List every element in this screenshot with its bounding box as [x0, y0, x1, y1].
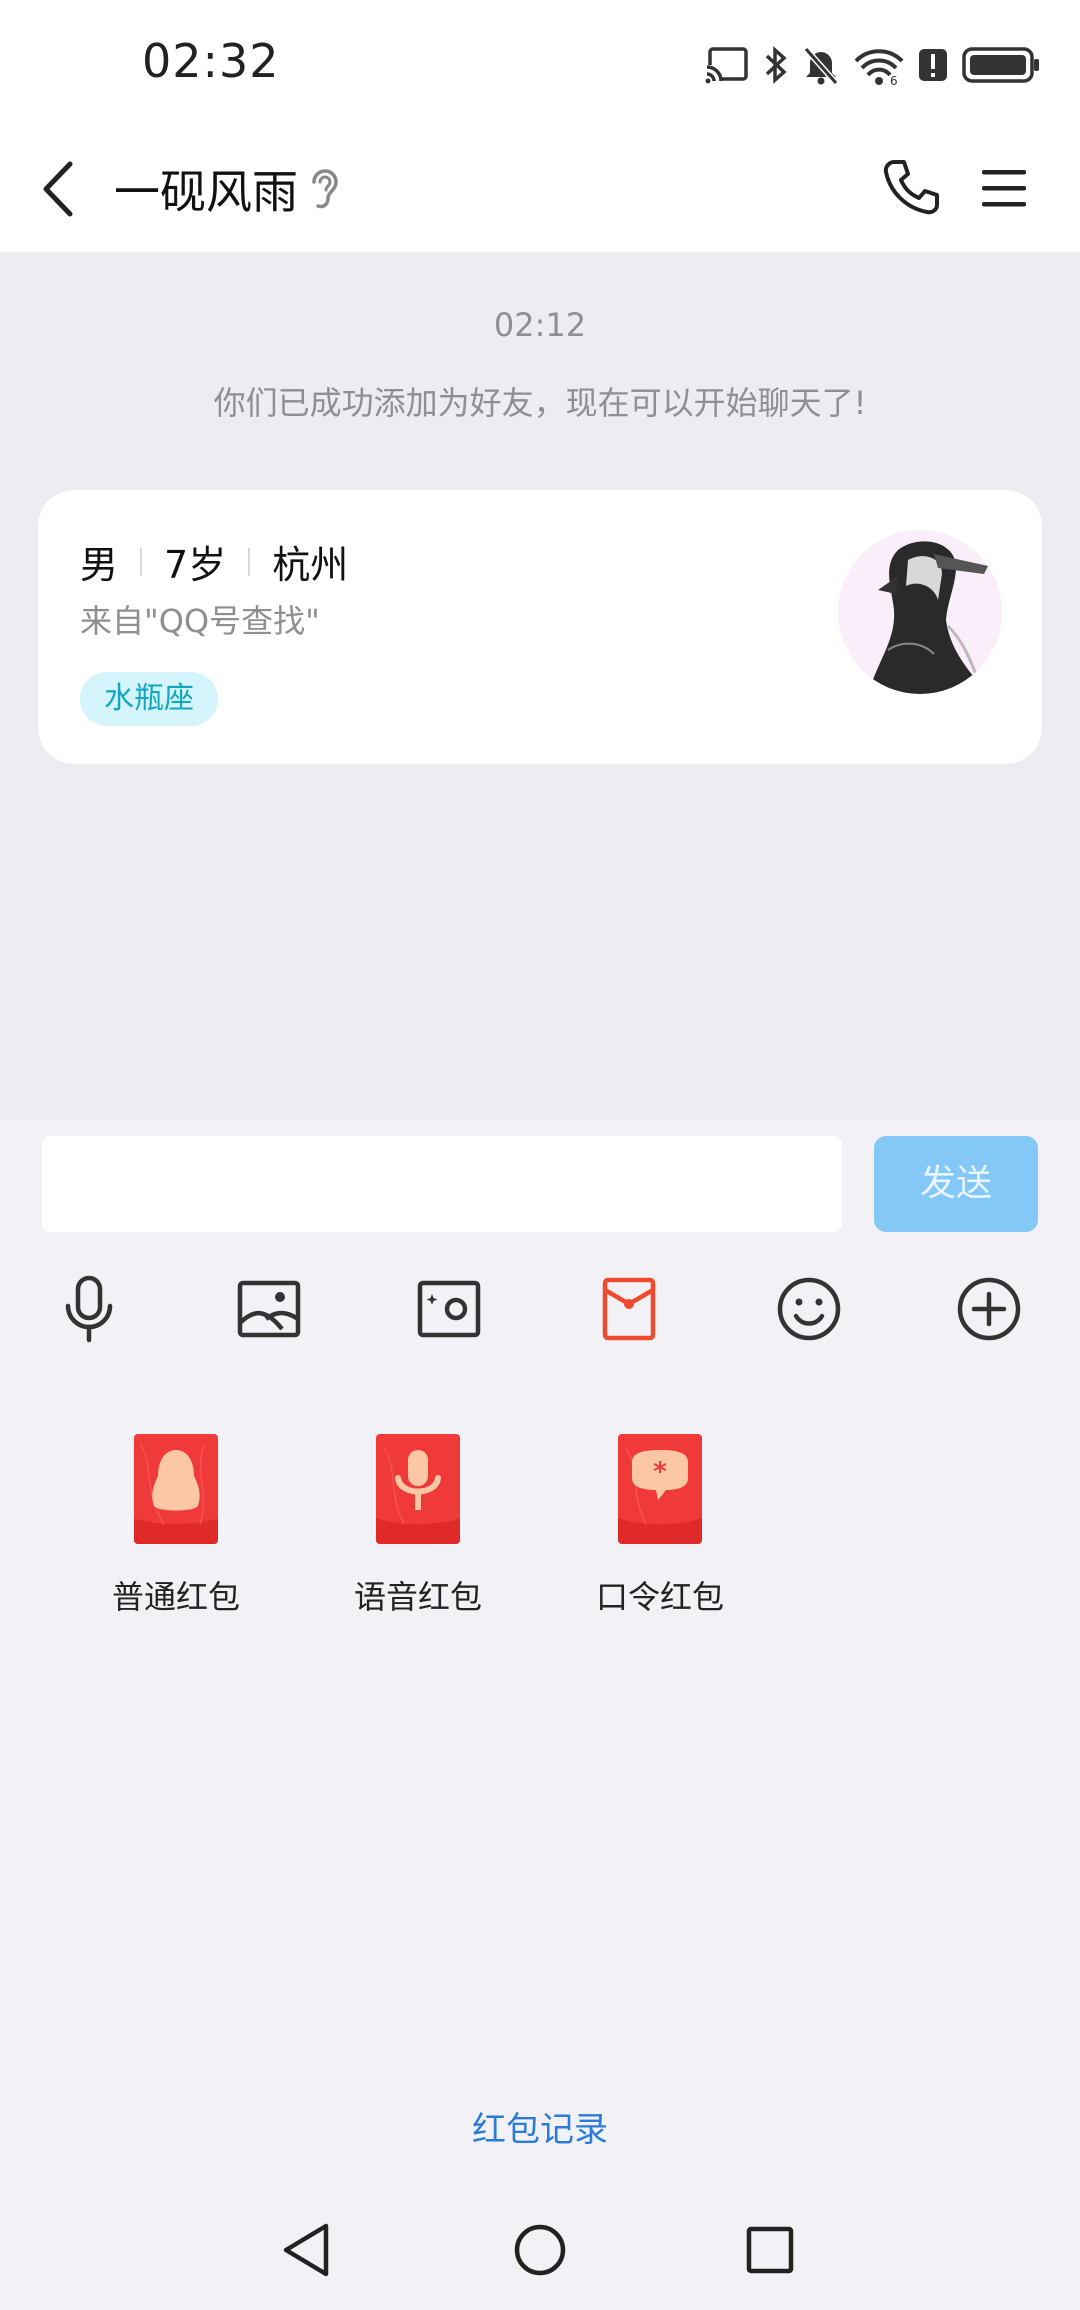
microphone-icon[interactable]	[34, 1254, 144, 1364]
phone-icon[interactable]	[880, 156, 942, 218]
ear-icon[interactable]	[306, 164, 342, 212]
status-icons: 6	[704, 40, 1040, 90]
alert-icon	[919, 49, 947, 81]
status-time: 02:32	[142, 34, 280, 88]
status-bar: 02:32 6	[0, 0, 1080, 128]
profile-card[interactable]: 男 7岁 杭州 来自"QQ号查找" 水瓶座	[38, 490, 1042, 764]
battery-icon	[962, 47, 1039, 83]
message-input[interactable]	[42, 1136, 842, 1232]
profile-info: 男 7岁 杭州	[80, 534, 348, 589]
nav-recents-icon[interactable]	[734, 2214, 806, 2286]
penguin-red-packet-icon	[134, 1434, 218, 1544]
red-packet-label: 口令红包	[595, 1578, 724, 1616]
nav-home-icon[interactable]	[504, 2214, 576, 2286]
avatar[interactable]	[838, 530, 1002, 694]
title-bar: 一砚风雨	[0, 128, 1080, 252]
input-toolbar	[0, 1254, 1080, 1364]
emoji-icon[interactable]	[754, 1254, 864, 1364]
red-packet-icon[interactable]	[574, 1254, 684, 1364]
chat-area[interactable]: 02:12 你们已成功添加为好友，现在可以开始聊天了! 男 7岁 杭州 来自"Q…	[0, 252, 1080, 1120]
password-red-packet-icon: *	[618, 1434, 702, 1544]
svg-text:*: *	[653, 1457, 667, 1487]
profile-gender: 男	[80, 543, 119, 587]
profile-source: 来自"QQ号查找"	[80, 602, 320, 640]
nav-back-icon[interactable]	[272, 2214, 344, 2286]
profile-age: 7岁	[164, 543, 227, 587]
red-packet-normal[interactable]: 普通红包	[76, 1426, 276, 1626]
svg-text:6: 6	[890, 74, 898, 85]
mute-icon	[803, 47, 839, 85]
input-area: 发送 普通红包 语音红包 * 口令红包 红包记录	[0, 1120, 1080, 2310]
chat-title[interactable]: 一砚风雨	[114, 156, 298, 222]
divider	[140, 547, 143, 576]
plus-icon[interactable]	[934, 1254, 1044, 1364]
bluetooth-icon	[765, 46, 787, 84]
message-timestamp: 02:12	[493, 306, 587, 344]
system-nav-bar	[0, 2190, 1080, 2310]
red-packet-label: 普通红包	[111, 1578, 240, 1616]
menu-icon[interactable]	[978, 160, 1030, 216]
send-button[interactable]: 发送	[874, 1136, 1038, 1232]
cast-icon	[704, 47, 748, 85]
red-packet-records-link[interactable]: 红包记录	[0, 2102, 1080, 2151]
red-packet-voice[interactable]: 语音红包	[318, 1426, 518, 1626]
wifi-icon: 6	[854, 49, 904, 85]
back-icon[interactable]	[34, 154, 90, 224]
profile-city: 杭州	[272, 543, 349, 587]
image-icon[interactable]	[214, 1254, 324, 1364]
red-packet-label: 语音红包	[353, 1578, 482, 1616]
system-message: 你们已成功添加为好友，现在可以开始聊天了!	[213, 384, 867, 422]
red-packet-panel: 普通红包 语音红包 * 口令红包	[0, 1426, 1080, 1626]
voice-red-packet-icon	[376, 1434, 460, 1544]
divider	[248, 547, 251, 576]
profile-tag: 水瓶座	[80, 672, 218, 726]
red-packet-password[interactable]: * 口令红包	[560, 1426, 760, 1626]
camera-icon[interactable]	[394, 1254, 504, 1364]
